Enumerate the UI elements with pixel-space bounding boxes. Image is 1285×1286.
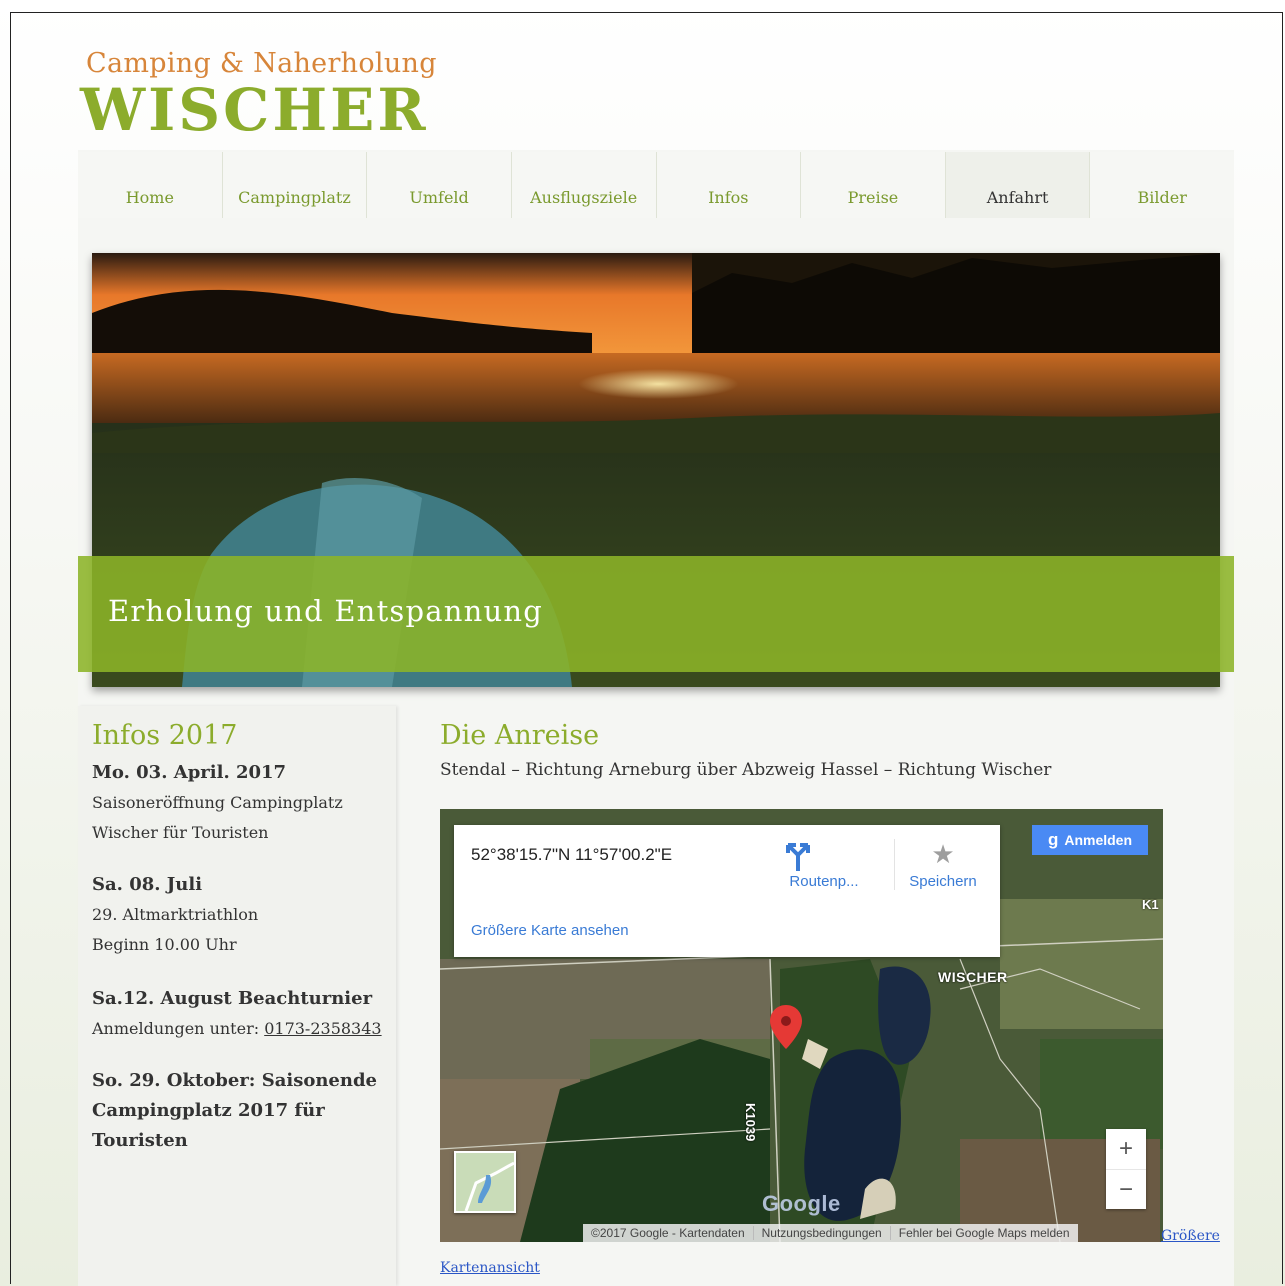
directions-label: Routenp... [789, 873, 859, 890]
page-title: Die Anreise [440, 720, 600, 751]
event-saisonende: So. 29. Oktober: Saisonende Campingplatz… [92, 1066, 392, 1156]
nav-item-infos[interactable]: Infos [657, 152, 802, 218]
google-map[interactable]: 52°38'15.7"N 11°57'00.2"E Routenp... ★ S… [440, 809, 1163, 1242]
event-altmarktriathlon: Sa. 08. Juli 29. Altmarktriathlon Beginn… [92, 870, 392, 960]
route-description: Stendal – Richtung Arneburg über Abzweig… [440, 760, 1052, 780]
map-layer-toggle[interactable] [454, 1151, 516, 1213]
save-button[interactable]: ★ Speichern [894, 839, 991, 890]
sign-in-button[interactable]: g Anmelden [1032, 825, 1148, 855]
star-icon: ★ [931, 839, 955, 869]
hero-banner-text: Erholung und Entspannung [108, 594, 544, 628]
nav-item-umfeld[interactable]: Umfeld [367, 152, 512, 218]
map-coordinates: 52°38'15.7"N 11°57'00.2"E [471, 845, 673, 864]
google-plus-icon: g [1047, 830, 1059, 849]
event-heading: So. 29. Oktober: Saisonende [92, 1070, 378, 1091]
event-line: Saisoneröffnung Campingplatz [92, 793, 343, 812]
zoom-out-button[interactable]: − [1106, 1170, 1146, 1210]
nav-item-ausflugsziele[interactable]: Ausflugsziele [512, 152, 657, 218]
event-line-prefix: Anmeldungen unter: [92, 1019, 265, 1038]
main-navigation: Home Campingplatz Umfeld Ausflugsziele I… [78, 152, 1234, 218]
directions-button[interactable]: Routenp... [784, 839, 864, 890]
directions-icon [784, 839, 864, 871]
larger-map-link-line2[interactable]: Kartenansicht [440, 1260, 540, 1276]
event-heading: Sa.12. August Beachturnier [92, 988, 373, 1009]
terms-link[interactable]: Nutzungsbedingungen [752, 1226, 890, 1240]
map-info-card: 52°38'15.7"N 11°57'00.2"E Routenp... ★ S… [454, 825, 1000, 957]
event-line: Beginn 10.00 Uhr [92, 935, 237, 954]
nav-item-campingplatz[interactable]: Campingplatz [223, 152, 368, 218]
sidebar-title: Infos 2017 [92, 720, 238, 751]
larger-map-link[interactable]: Größere [1161, 1228, 1220, 1244]
event-line: 29. Altmarktriathlon [92, 905, 259, 924]
zoom-controls: + − [1106, 1129, 1146, 1209]
event-heading: Sa. 08. Juli [92, 874, 203, 895]
event-line: Anmeldungen unter: 0173-2358343 [92, 1014, 392, 1044]
sidebar: Infos 2017 Mo. 03. April. 2017 Saisonerö… [78, 706, 396, 1286]
event-saisoneroeffnung: Mo. 03. April. 2017 Saisoneröffnung Camp… [92, 758, 392, 848]
phone-link[interactable]: 0173-2358343 [264, 1019, 381, 1038]
event-beachturnier: Sa.12. August Beachturnier Anmeldungen u… [92, 984, 392, 1044]
nav-item-preise[interactable]: Preise [801, 152, 946, 218]
event-line: Wischer für Touristen [92, 823, 269, 842]
sign-in-label: Anmelden [1064, 832, 1133, 848]
hero-banner: Erholung und Entspannung [78, 556, 1234, 672]
zoom-in-button[interactable]: + [1106, 1129, 1146, 1170]
event-heading: Touristen [92, 1130, 188, 1151]
view-larger-map-link[interactable]: Größere Karte ansehen [471, 922, 629, 939]
event-heading: Mo. 03. April. 2017 [92, 762, 287, 783]
event-heading: Campingplatz 2017 für [92, 1100, 325, 1121]
logo-title[interactable]: WISCHER [80, 76, 429, 144]
map-layer-icon [456, 1153, 514, 1211]
road-label-k1: K1 [1142, 897, 1159, 912]
google-logo: Google [762, 1191, 841, 1216]
map-copyright: ©2017 Google - Kartendaten [591, 1226, 745, 1240]
map-attribution: ©2017 Google - Kartendaten Nutzungsbedin… [583, 1224, 1078, 1242]
nav-item-home[interactable]: Home [78, 152, 223, 218]
logo-subtitle: Camping & Naherholung [86, 48, 437, 79]
nav-item-anfahrt[interactable]: Anfahrt [945, 152, 1091, 218]
place-label: WISCHER [938, 969, 1008, 985]
save-label: Speichern [909, 873, 977, 890]
road-label: K1039 [743, 1103, 758, 1142]
nav-item-bilder[interactable]: Bilder [1090, 152, 1234, 218]
report-error-link[interactable]: Fehler bei Google Maps melden [889, 1226, 1078, 1240]
